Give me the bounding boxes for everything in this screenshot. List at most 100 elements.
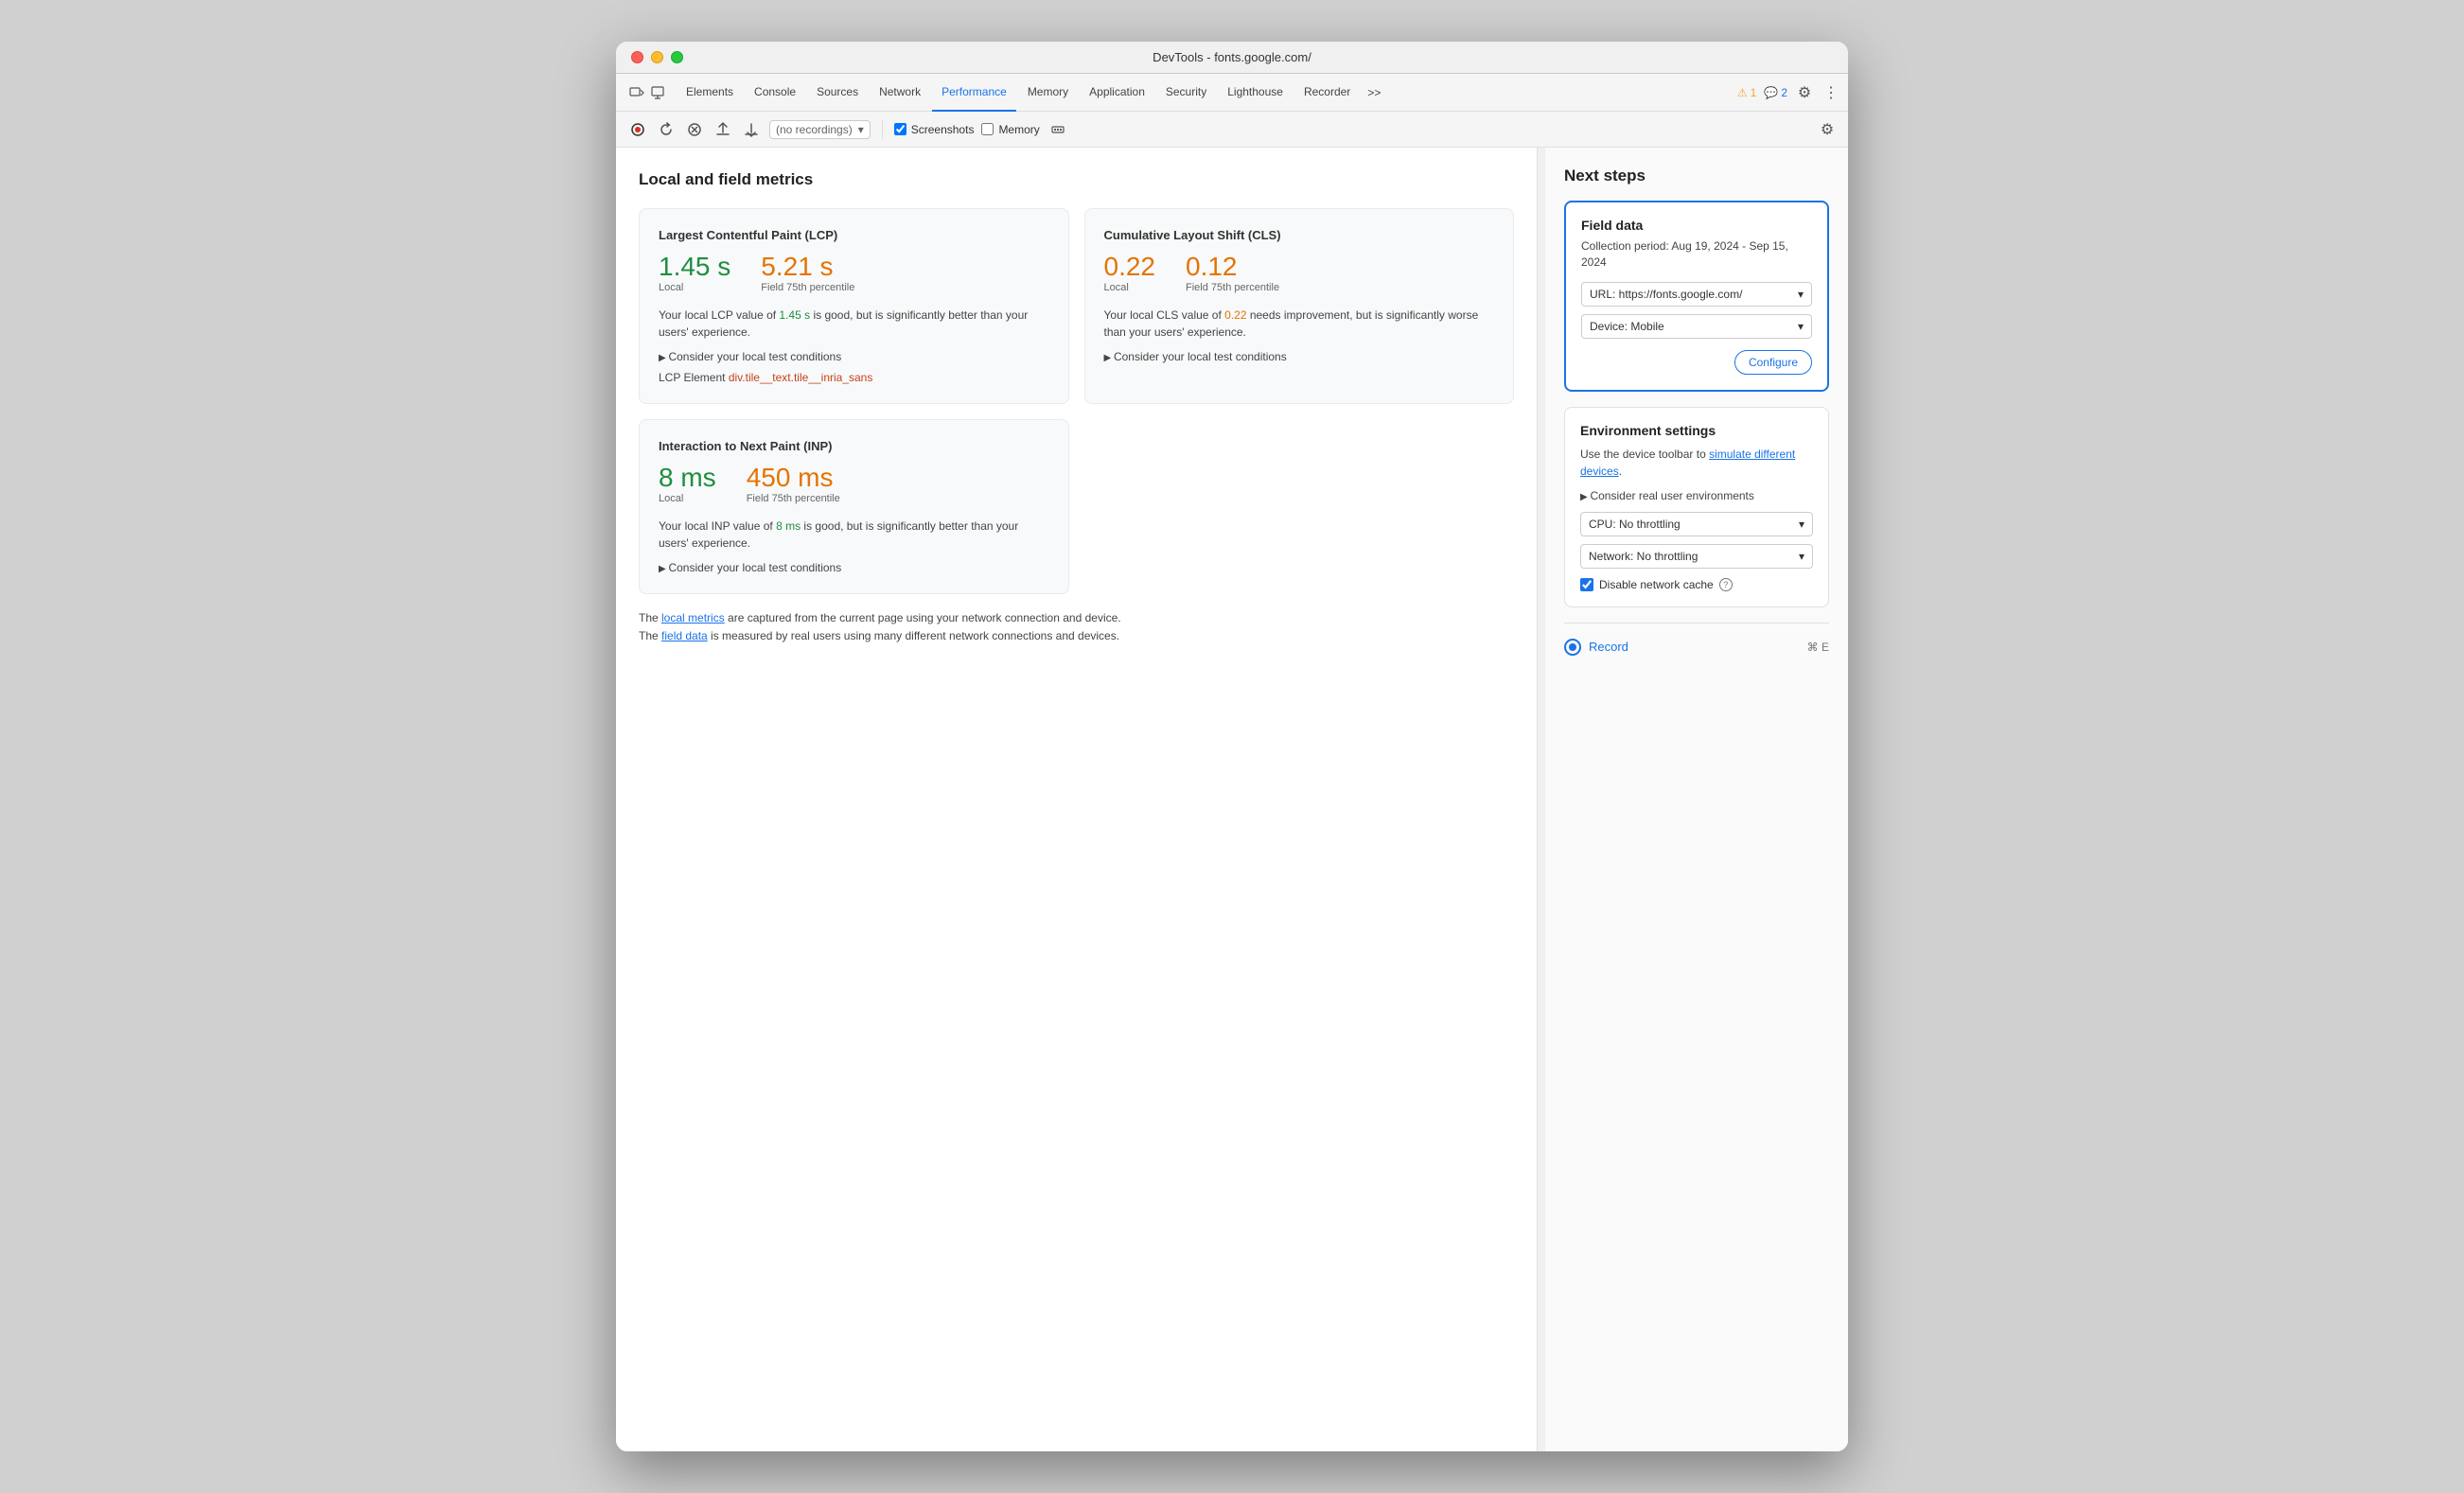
- cpu-dropdown[interactable]: CPU: No throttling ▾: [1580, 512, 1813, 536]
- upload-button[interactable]: [713, 119, 733, 140]
- inp-card: Interaction to Next Paint (INP) 8 ms Loc…: [639, 419, 1069, 594]
- footer-line2: The field data is measured by real users…: [639, 627, 1514, 645]
- configure-button[interactable]: Configure: [1734, 350, 1812, 375]
- recordings-dropdown[interactable]: (no recordings) ▾: [769, 120, 871, 139]
- help-icon[interactable]: ?: [1719, 578, 1733, 591]
- inp-desc-val: 8 ms: [776, 519, 801, 533]
- network-dropdown[interactable]: Network: No throttling ▾: [1580, 544, 1813, 569]
- warning-badge[interactable]: ⚠ 1: [1737, 86, 1756, 99]
- record-shortcut: ⌘ E: [1807, 641, 1829, 654]
- tab-elements[interactable]: Elements: [677, 74, 743, 112]
- cls-desc-val: 0.22: [1224, 308, 1246, 322]
- toolbar-separator: [882, 120, 883, 139]
- cls-title: Cumulative Layout Shift (CLS): [1104, 228, 1495, 242]
- sidebar-title: Next steps: [1564, 167, 1829, 185]
- inp-grid: Interaction to Next Paint (INP) 8 ms Loc…: [639, 419, 1514, 594]
- main-scrollbar[interactable]: [1538, 148, 1545, 1451]
- cls-local-label: Local: [1104, 282, 1156, 293]
- cls-field-group: 0.12 Field 75th percentile: [1186, 254, 1279, 293]
- env-settings-card: Environment settings Use the device tool…: [1564, 407, 1829, 607]
- tab-security[interactable]: Security: [1156, 74, 1216, 112]
- cpu-dropdown-arrow-icon: ▾: [1799, 518, 1804, 531]
- disable-cache-checkbox[interactable]: [1580, 578, 1593, 591]
- tabs-bar: Elements Console Sources Network Perform…: [616, 74, 1848, 112]
- info-badge[interactable]: 💬 2: [1764, 86, 1787, 99]
- inp-local-label: Local: [659, 493, 716, 504]
- record-label: Record: [1589, 640, 1628, 654]
- url-dropdown-arrow-icon: ▾: [1798, 288, 1804, 301]
- lcp-element-label: LCP Element: [659, 371, 725, 384]
- memory-icon-btn[interactable]: [1047, 119, 1068, 140]
- footer-line1: The local metrics are captured from the …: [639, 609, 1514, 627]
- inp-values: 8 ms Local 450 ms Field 75th percentile: [659, 465, 1049, 504]
- env-desc-prefix: Use the device toolbar to: [1580, 448, 1709, 461]
- message-icon: 💬: [1764, 86, 1778, 99]
- memory-checkbox-label[interactable]: Memory: [981, 123, 1039, 136]
- footer-line1-suffix: are captured from the current page using…: [725, 611, 1121, 624]
- memory-checkbox[interactable]: [981, 123, 994, 135]
- message-count: 2: [1781, 86, 1787, 99]
- reload-button[interactable]: [656, 119, 677, 140]
- inp-local-group: 8 ms Local: [659, 465, 716, 504]
- inp-consider-link[interactable]: Consider your local test conditions: [659, 561, 1049, 574]
- tab-network[interactable]: Network: [870, 74, 930, 112]
- cls-consider-link[interactable]: Consider your local test conditions: [1104, 350, 1495, 363]
- tabs-overflow[interactable]: >>: [1362, 86, 1386, 99]
- more-options-icon[interactable]: ⋮: [1822, 83, 1840, 102]
- network-dropdown-arrow-icon: ▾: [1799, 550, 1804, 563]
- inp-field-value: 450 ms: [747, 465, 840, 491]
- env-desc: Use the device toolbar to simulate diffe…: [1580, 446, 1813, 480]
- sidebar: Next steps Field data Collection period:…: [1545, 148, 1848, 1451]
- consider-real-env-link[interactable]: Consider real user environments: [1580, 489, 1813, 502]
- screenshots-checkbox[interactable]: [894, 123, 906, 135]
- inp-field-group: 450 ms Field 75th percentile: [747, 465, 840, 504]
- footer-text: The local metrics are captured from the …: [639, 609, 1514, 645]
- settings-icon[interactable]: ⚙: [1795, 83, 1814, 102]
- clear-button[interactable]: [684, 119, 705, 140]
- download-button[interactable]: [741, 119, 762, 140]
- warning-count: 1: [1751, 86, 1757, 99]
- tab-performance[interactable]: Performance: [932, 74, 1016, 112]
- minimize-button[interactable]: [651, 51, 663, 63]
- lcp-element-value[interactable]: div.tile__text.tile__inria_sans: [729, 371, 873, 384]
- lcp-description: Your local LCP value of 1.45 s is good, …: [659, 307, 1049, 341]
- tab-application[interactable]: Application: [1080, 74, 1154, 112]
- dropdown-arrow-icon: ▾: [858, 123, 864, 136]
- network-dropdown-label: Network: No throttling: [1589, 550, 1698, 563]
- section-title: Local and field metrics: [639, 170, 1514, 189]
- tab-console[interactable]: Console: [745, 74, 805, 112]
- env-title: Environment settings: [1580, 423, 1813, 438]
- field-data-period: Collection period: Aug 19, 2024 - Sep 15…: [1581, 238, 1812, 271]
- lcp-title: Largest Contentful Paint (LCP): [659, 228, 1049, 242]
- footer-line2-suffix: is measured by real users using many dif…: [708, 629, 1119, 642]
- lcp-field-value: 5.21 s: [761, 254, 854, 280]
- disable-cache-label: Disable network cache: [1599, 578, 1714, 591]
- tab-memory[interactable]: Memory: [1018, 74, 1078, 112]
- toolbar-settings-icon[interactable]: ⚙: [1818, 120, 1837, 139]
- local-metrics-link[interactable]: local metrics: [661, 611, 725, 624]
- devtools-icon: [624, 85, 671, 100]
- maximize-button[interactable]: [671, 51, 683, 63]
- close-button[interactable]: [631, 51, 643, 63]
- titlebar: DevTools - fonts.google.com/: [616, 42, 1848, 74]
- record-toolbar-button[interactable]: [627, 119, 648, 140]
- url-dropdown[interactable]: URL: https://fonts.google.com/ ▾: [1581, 282, 1812, 307]
- inp-field-label: Field 75th percentile: [747, 493, 840, 504]
- tab-sources[interactable]: Sources: [807, 74, 868, 112]
- cls-card: Cumulative Layout Shift (CLS) 0.22 Local…: [1084, 208, 1515, 404]
- lcp-consider-link[interactable]: Consider your local test conditions: [659, 350, 1049, 363]
- cls-local-value: 0.22: [1104, 254, 1156, 280]
- device-dropdown[interactable]: Device: Mobile ▾: [1581, 314, 1812, 339]
- field-data-link[interactable]: field data: [661, 629, 708, 642]
- inp-description: Your local INP value of 8 ms is good, bu…: [659, 518, 1049, 552]
- tab-recorder[interactable]: Recorder: [1294, 74, 1360, 112]
- screenshots-checkbox-label[interactable]: Screenshots: [894, 123, 975, 136]
- traffic-lights: [631, 51, 683, 63]
- url-dropdown-row: URL: https://fonts.google.com/ ▾: [1581, 282, 1812, 307]
- record-button[interactable]: Record: [1564, 639, 1628, 656]
- disable-cache-row: Disable network cache ?: [1580, 578, 1813, 591]
- tab-right-actions: ⚠ 1 💬 2 ⚙ ⋮: [1737, 83, 1840, 102]
- inp-local-value: 8 ms: [659, 465, 716, 491]
- tab-lighthouse[interactable]: Lighthouse: [1218, 74, 1293, 112]
- url-dropdown-label: URL: https://fonts.google.com/: [1590, 288, 1742, 301]
